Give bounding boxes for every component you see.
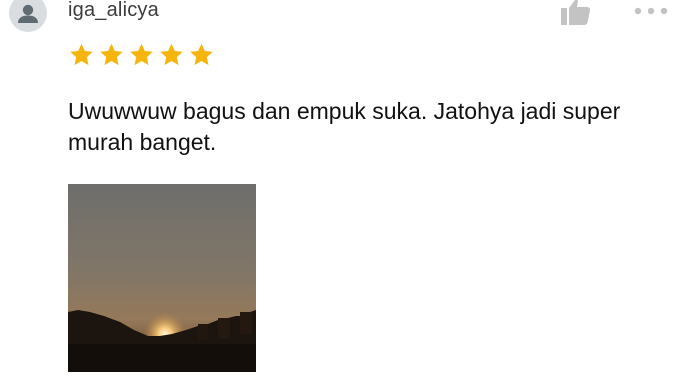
sunset-photo	[68, 184, 256, 372]
star-icon	[70, 43, 93, 66]
review-photo[interactable]	[68, 184, 256, 372]
star-icon	[160, 43, 183, 66]
avatar[interactable]	[9, 0, 47, 32]
star-icon	[190, 43, 213, 66]
thumbs-up-icon[interactable]	[560, 0, 592, 26]
more-horizontal-icon[interactable]	[634, 6, 668, 16]
review-text: Uwuwwuw bagus dan empuk suka. Jatohya ja…	[68, 98, 621, 155]
star-icon	[100, 43, 123, 66]
review-card: iga_alicya Uwuwwuw bagus dan empuk suka.…	[0, 0, 673, 379]
star-icon	[130, 43, 153, 66]
person-icon	[18, 4, 38, 23]
star-rating	[68, 42, 215, 68]
reviewer-name: iga_alicya	[68, 0, 159, 21]
